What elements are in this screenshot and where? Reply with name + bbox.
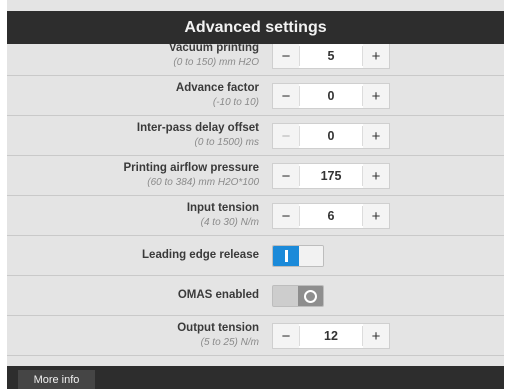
setting-label: Input tension <box>186 202 259 214</box>
bottom-bar: More info <box>7 366 504 389</box>
settings-list[interactable]: Vacuum printing (0 to 150) mm H2O − 5 + … <box>7 44 504 360</box>
omas-enabled-toggle[interactable] <box>272 285 324 307</box>
page-title: Advanced settings <box>184 18 327 36</box>
setting-range: (-10 to 10) <box>212 97 259 108</box>
increment-button[interactable]: + <box>363 204 389 228</box>
stepper-value[interactable]: 175 <box>299 166 363 186</box>
setting-row-omas-enabled: OMAS enabled <box>7 276 504 316</box>
more-info-button[interactable]: More info <box>18 370 95 389</box>
decrement-button[interactable]: − <box>273 324 299 348</box>
decrement-button[interactable]: − <box>273 164 299 188</box>
stepper-value[interactable]: 6 <box>299 206 363 226</box>
decrement-button[interactable]: − <box>273 204 299 228</box>
setting-label: Printing airflow pressure <box>123 162 259 174</box>
settings-window: Advanced settings Vacuum printing (0 to … <box>7 0 504 389</box>
setting-row-leading-edge-release: Leading edge release <box>7 236 504 276</box>
toggle-on-icon <box>273 246 299 266</box>
stepper-value[interactable]: 0 <box>299 126 363 146</box>
stepper-value[interactable]: 12 <box>299 326 363 346</box>
decrement-button[interactable]: − <box>273 124 299 148</box>
setting-row-printing-airflow-pressure: Printing airflow pressure (60 to 384) mm… <box>7 156 504 196</box>
setting-row-vacuum-printing: Vacuum printing (0 to 150) mm H2O − 5 + <box>7 44 504 76</box>
increment-button[interactable]: + <box>363 44 389 68</box>
input-tension-stepper: − 6 + <box>272 203 390 229</box>
setting-row-advance-factor: Advance factor (-10 to 10) − 0 + <box>7 76 504 116</box>
setting-range: (4 to 30) N/m <box>200 217 259 228</box>
setting-label: Vacuum printing <box>168 44 259 54</box>
decrement-button[interactable]: − <box>273 84 299 108</box>
inter-pass-delay-stepper: − 0 + <box>272 123 390 149</box>
setting-range: (0 to 1500) ms <box>194 137 259 148</box>
increment-button[interactable]: + <box>363 324 389 348</box>
printing-airflow-pressure-stepper: − 175 + <box>272 163 390 189</box>
setting-label: Leading edge release <box>142 249 259 261</box>
stepper-value[interactable]: 5 <box>299 46 363 66</box>
output-tension-stepper: − 12 + <box>272 323 390 349</box>
setting-label: Advance factor <box>175 82 259 94</box>
increment-button[interactable]: + <box>363 164 389 188</box>
setting-row-inter-pass-delay-offset: Inter-pass delay offset (0 to 1500) ms −… <box>7 116 504 156</box>
title-bar: Advanced settings <box>7 11 504 44</box>
increment-button[interactable]: + <box>363 84 389 108</box>
stepper-value[interactable]: 0 <box>299 86 363 106</box>
increment-button[interactable]: + <box>363 124 389 148</box>
advance-factor-stepper: − 0 + <box>272 83 390 109</box>
setting-row-output-tension: Output tension (5 to 25) N/m − 12 + <box>7 316 504 356</box>
vacuum-printing-stepper: − 5 + <box>272 44 390 69</box>
setting-label: Output tension <box>177 322 259 334</box>
setting-range: (0 to 150) mm H2O <box>173 57 259 68</box>
setting-label: OMAS enabled <box>177 289 259 301</box>
setting-range: (5 to 25) N/m <box>200 337 259 348</box>
decrement-button[interactable]: − <box>273 44 299 68</box>
setting-label: Inter-pass delay offset <box>136 122 259 134</box>
setting-row-input-tension: Input tension (4 to 30) N/m − 6 + <box>7 196 504 236</box>
setting-range: (60 to 384) mm H2O*100 <box>147 177 259 188</box>
toggle-off-icon <box>298 286 323 306</box>
leading-edge-release-toggle[interactable] <box>272 245 324 267</box>
